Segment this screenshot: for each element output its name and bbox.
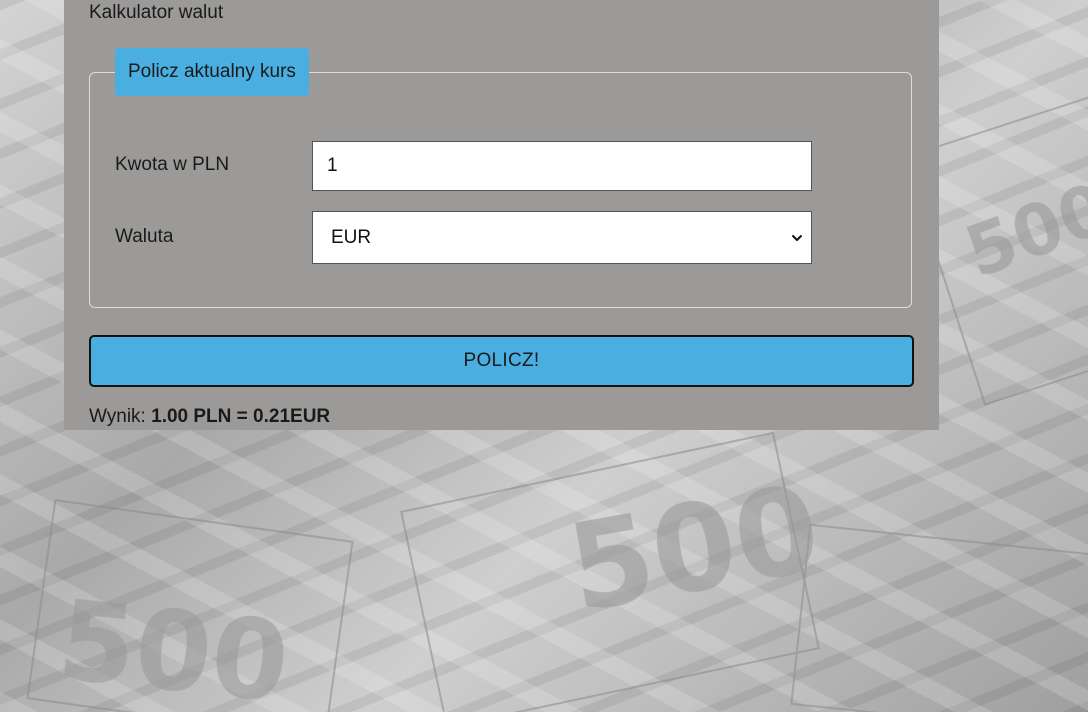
calculator-panel: Kalkulator walut Policz aktualny kurs Kw… (64, 0, 939, 430)
currency-select-value: EUR (331, 226, 372, 248)
page-title: Kalkulator walut (89, 2, 224, 23)
svg-text:500: 500 (53, 576, 295, 712)
result-label: Wynik: (89, 406, 146, 427)
svg-text:500: 500 (955, 167, 1088, 294)
result-line: Wynik: 1.00 PLN = 0.21EUR (89, 406, 330, 428)
fieldset-legend: Policz aktualny kurs (115, 48, 309, 96)
amount-label: Kwota w PLN (115, 154, 230, 175)
chevron-down-icon (792, 234, 802, 241)
amount-input[interactable] (312, 141, 812, 191)
result-value: 1.00 PLN = 0.21EUR (151, 406, 331, 427)
calculate-button[interactable]: POLICZ! (89, 335, 914, 387)
currency-select[interactable]: EUR (312, 211, 812, 264)
currency-label: Waluta (115, 226, 174, 247)
svg-text:500: 500 (559, 460, 830, 640)
